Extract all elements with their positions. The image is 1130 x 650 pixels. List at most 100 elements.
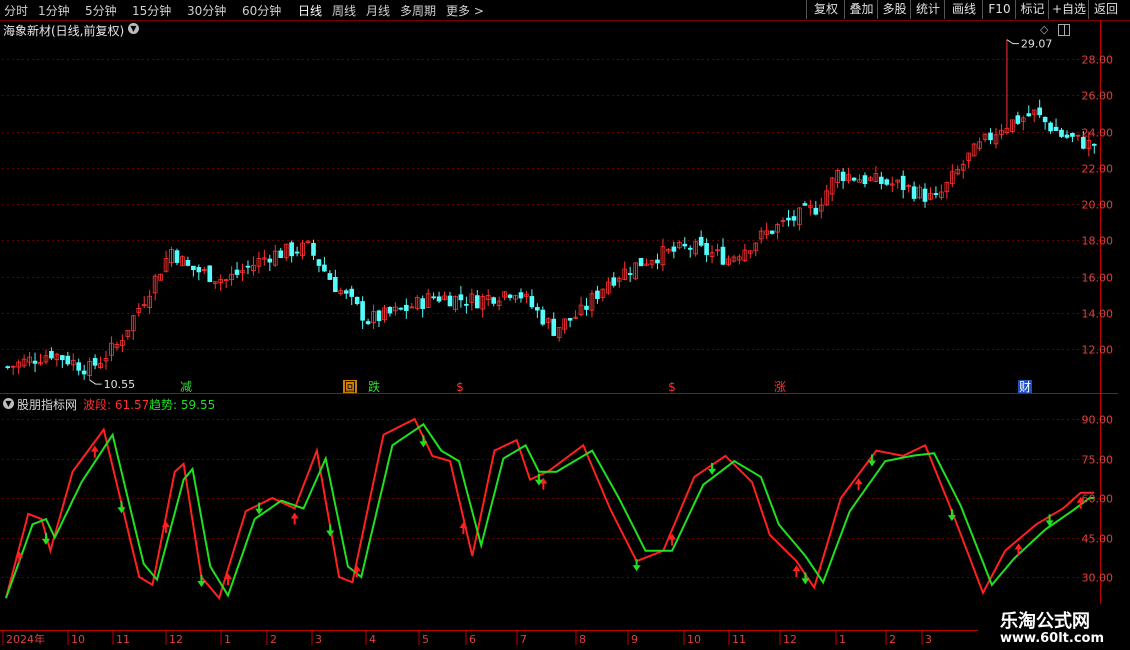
time-tick-label: 9 bbox=[631, 633, 638, 646]
high-pointer bbox=[1006, 39, 1019, 45]
candle-body bbox=[900, 175, 906, 190]
candle-body bbox=[731, 256, 737, 262]
axis-labels: 12.00 14.00 16.00 18.00 20.00 22.00 24.00 26.00… bbox=[6, 54, 1113, 647]
candle-body bbox=[464, 303, 469, 306]
adjust-button[interactable]: 复权 bbox=[806, 0, 845, 19]
add-watchlist-button[interactable]: +自选 bbox=[1048, 0, 1089, 19]
candle-body bbox=[1064, 134, 1070, 138]
candle-body bbox=[141, 303, 147, 307]
period-tab[interactable]: 60分钟 bbox=[242, 2, 281, 19]
period-tab[interactable]: 多周期 bbox=[400, 2, 436, 19]
diamond-icon[interactable]: ◇ bbox=[1040, 23, 1048, 36]
candle-body bbox=[698, 236, 704, 246]
time-tick-label: 7 bbox=[520, 633, 527, 646]
candle-body bbox=[81, 370, 87, 375]
candle-body bbox=[1010, 119, 1015, 132]
candle-body bbox=[1004, 127, 1010, 133]
candle-body bbox=[780, 220, 786, 222]
candle-body bbox=[1059, 129, 1064, 137]
candle-body bbox=[114, 344, 120, 348]
period-tab[interactable]: 30分钟 bbox=[187, 2, 226, 19]
candle-body bbox=[720, 246, 726, 265]
candle-body bbox=[868, 177, 873, 181]
low-pointer bbox=[89, 379, 102, 385]
time-tick-label: 11 bbox=[116, 633, 130, 646]
time-tick-label: 2 bbox=[270, 633, 277, 646]
chevron-down-icon[interactable]: ▼ bbox=[128, 23, 139, 34]
signal-label: 财 bbox=[1019, 380, 1031, 394]
candle-body bbox=[851, 177, 857, 181]
candle-body bbox=[589, 293, 595, 311]
candle-body bbox=[835, 170, 840, 183]
layout-toggle-icon[interactable] bbox=[1058, 24, 1070, 36]
signal-label: 涨 bbox=[774, 379, 786, 394]
candle-body bbox=[813, 207, 819, 215]
period-tab[interactable]: 1分钟 bbox=[38, 2, 70, 19]
statistics-button[interactable]: 统计 bbox=[910, 0, 945, 19]
draw-line-button[interactable]: 画线 bbox=[944, 0, 983, 19]
candle-body bbox=[1042, 116, 1048, 123]
candle-body bbox=[1031, 109, 1037, 115]
period-tab-daily[interactable]: 日线 bbox=[298, 2, 322, 19]
indicator-lines bbox=[5, 417, 1094, 601]
chevron-down-icon[interactable]: ▼ bbox=[3, 398, 14, 409]
more-periods-menu[interactable]: 更多 > bbox=[446, 2, 484, 19]
candle-body bbox=[960, 163, 966, 171]
candle-body bbox=[327, 273, 333, 280]
candle-body bbox=[163, 258, 169, 272]
candle-body bbox=[802, 203, 808, 206]
candle-body bbox=[556, 327, 562, 338]
candle-body bbox=[414, 296, 420, 309]
candle-body bbox=[524, 293, 529, 297]
candle-body bbox=[649, 260, 655, 265]
candle-body bbox=[38, 362, 43, 365]
candle-body bbox=[120, 340, 125, 346]
period-tab[interactable]: 月线 bbox=[366, 2, 390, 19]
mark-button[interactable]: 标记 bbox=[1015, 0, 1049, 19]
candle-body bbox=[584, 305, 589, 310]
price-tick-label: 12.00 bbox=[1082, 344, 1114, 357]
candle-body bbox=[933, 193, 939, 195]
f10-button[interactable]: F10 bbox=[982, 0, 1016, 19]
candle-body bbox=[977, 141, 982, 149]
candle-body bbox=[1091, 143, 1097, 146]
candle-body bbox=[229, 273, 234, 281]
price-tick-label: 26.00 bbox=[1082, 90, 1114, 103]
back-button[interactable]: 返回 bbox=[1088, 0, 1123, 19]
time-tick-label: 12 bbox=[783, 633, 797, 646]
candle-body bbox=[398, 307, 404, 310]
down-arrow-icon bbox=[632, 559, 641, 572]
candle-body bbox=[911, 186, 917, 199]
wave-line bbox=[5, 417, 1094, 601]
candle-body bbox=[535, 307, 540, 311]
up-arrow-icon bbox=[352, 565, 361, 578]
grid-lines bbox=[0, 20, 1130, 645]
down-arrow-icon bbox=[947, 509, 956, 522]
candle-body bbox=[360, 301, 365, 321]
candle-body bbox=[551, 318, 557, 336]
period-tab[interactable]: 周线 bbox=[332, 2, 356, 19]
time-tick-label: 10 bbox=[687, 633, 701, 646]
candle-body bbox=[474, 295, 480, 309]
candle-body bbox=[704, 242, 709, 256]
candle-body bbox=[682, 243, 688, 247]
candle-body bbox=[234, 269, 240, 275]
multi-stock-button[interactable]: 多股 bbox=[877, 0, 911, 19]
period-tab[interactable]: 5分钟 bbox=[85, 2, 117, 19]
candle-body bbox=[191, 265, 196, 271]
period-tab[interactable]: 15分钟 bbox=[132, 2, 171, 19]
overlay-button[interactable]: 叠加 bbox=[844, 0, 878, 19]
time-tick-label: 1 bbox=[224, 633, 231, 646]
candle-body bbox=[376, 310, 382, 322]
candle-body bbox=[60, 355, 65, 361]
candle-body bbox=[10, 365, 16, 368]
candle-body bbox=[393, 306, 398, 312]
indicator-tick-label: 45.00 bbox=[1082, 533, 1114, 546]
candle-body bbox=[54, 353, 60, 360]
candle-body bbox=[21, 358, 27, 367]
candle-body bbox=[125, 329, 131, 337]
candle-body bbox=[578, 304, 584, 315]
down-arrow-icon bbox=[255, 502, 264, 515]
period-tab[interactable]: 分时 bbox=[4, 2, 28, 19]
candle-body bbox=[16, 361, 21, 368]
